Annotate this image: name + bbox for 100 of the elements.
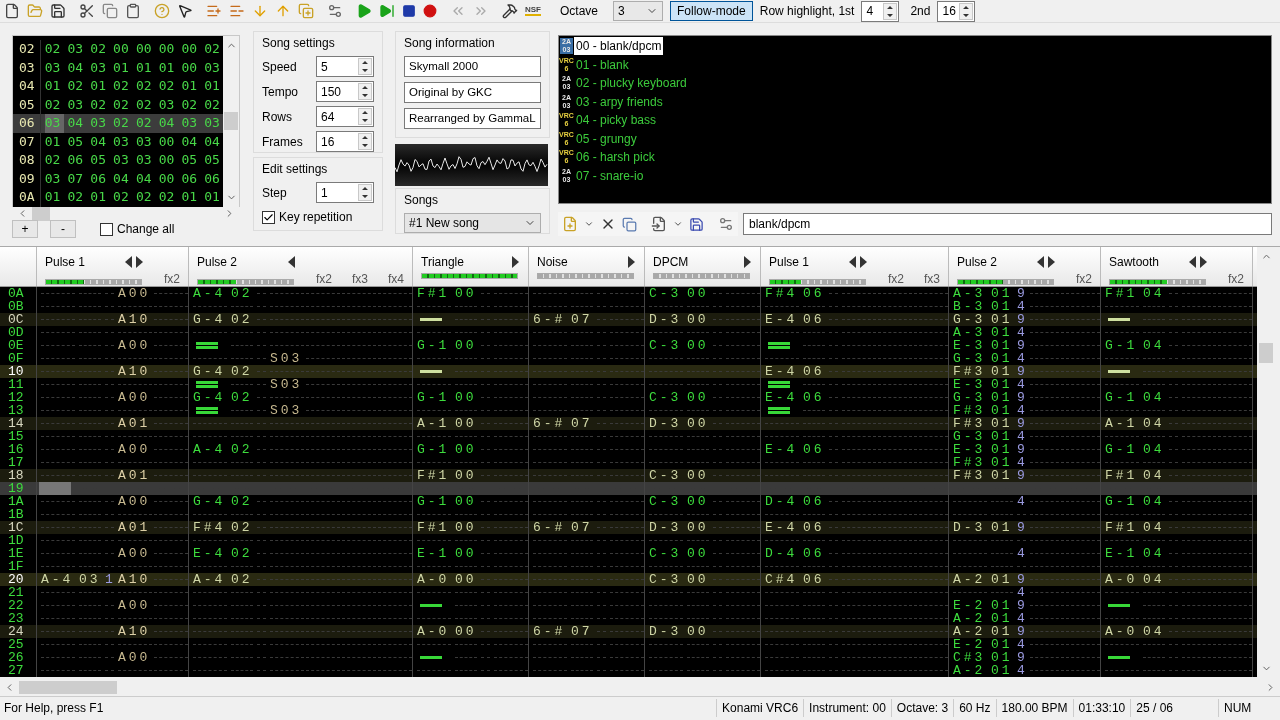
channel-header[interactable]: DPCM bbox=[645, 247, 761, 286]
properties-icon[interactable] bbox=[327, 3, 343, 19]
pattern-index[interactable]: 02 bbox=[135, 114, 155, 133]
add-frame-button[interactable]: + bbox=[12, 220, 38, 238]
channel-header[interactable]: Pulse 2 fx2 bbox=[949, 247, 1101, 286]
pattern-index[interactable]: 03 bbox=[135, 132, 155, 151]
right-arrow-icon[interactable] bbox=[860, 256, 867, 268]
load-instrument-icon[interactable] bbox=[651, 216, 667, 232]
spin-arrows-icon[interactable] bbox=[358, 58, 372, 75]
pattern-index[interactable]: 03 bbox=[67, 40, 87, 59]
right-arrow-icon[interactable] bbox=[512, 256, 519, 268]
pattern-index[interactable]: 02 bbox=[204, 95, 223, 114]
pattern-index[interactable]: 03 bbox=[181, 114, 201, 133]
pattern-index[interactable]: 02 bbox=[44, 40, 64, 59]
pattern-index[interactable]: 02 bbox=[181, 95, 201, 114]
pattern-index[interactable]: 02 bbox=[44, 95, 64, 114]
pattern-index[interactable]: 05 bbox=[181, 151, 201, 170]
pattern-index[interactable]: 06 bbox=[204, 169, 223, 188]
follow-mode-button[interactable]: Follow-mode bbox=[670, 1, 753, 21]
right-arrow-icon[interactable] bbox=[628, 256, 635, 268]
instrument-item[interactable]: 07 - snare-io bbox=[574, 166, 646, 185]
right-arrow-icon[interactable] bbox=[744, 256, 751, 268]
spin-arrows-icon[interactable] bbox=[883, 2, 898, 20]
pattern-index[interactable]: 03 bbox=[135, 151, 155, 170]
pattern-index[interactable]: 01 bbox=[44, 188, 64, 207]
pattern-index[interactable]: 01 bbox=[90, 77, 110, 96]
pattern-index[interactable]: 04 bbox=[158, 114, 178, 133]
instrument-item[interactable]: 03 - arpy friends bbox=[574, 92, 665, 111]
pattern-index[interactable]: 03 bbox=[90, 58, 110, 77]
pattern-index[interactable]: 04 bbox=[204, 132, 223, 151]
spin-arrows-icon[interactable] bbox=[358, 83, 372, 100]
text-field[interactable]: Original by GKC bbox=[404, 82, 541, 103]
pattern-index[interactable]: 03 bbox=[113, 132, 132, 151]
left-arrow-icon[interactable] bbox=[1037, 256, 1044, 268]
right-arrow-icon[interactable] bbox=[1200, 256, 1207, 268]
instrument-item[interactable]: 02 - plucky keyboard bbox=[574, 74, 689, 93]
pattern-index[interactable]: 01 bbox=[113, 58, 132, 77]
pattern-index[interactable]: 01 bbox=[204, 77, 223, 96]
play-icon[interactable] bbox=[356, 3, 372, 19]
new-file-icon[interactable] bbox=[4, 3, 20, 19]
pattern-index[interactable]: 02 bbox=[113, 188, 132, 207]
pattern-index[interactable]: 05 bbox=[90, 151, 110, 170]
paste-icon[interactable] bbox=[125, 3, 141, 19]
pattern-index[interactable]: 00 bbox=[181, 58, 201, 77]
pattern-index[interactable]: 04 bbox=[90, 132, 110, 151]
right-arrow-icon[interactable] bbox=[136, 256, 143, 268]
left-arrow-icon[interactable] bbox=[1189, 256, 1196, 268]
pattern-index[interactable]: 02 bbox=[135, 77, 155, 96]
channel-header[interactable]: Noise bbox=[529, 247, 645, 286]
pattern-index[interactable]: 02 bbox=[158, 188, 178, 207]
song-select[interactable]: #1 New song bbox=[404, 213, 541, 233]
insert-frame-icon[interactable] bbox=[206, 3, 222, 19]
channel-header[interactable]: Pulse 1 fx2 fx3 bbox=[761, 247, 949, 286]
pattern-index[interactable]: 00 bbox=[158, 132, 178, 151]
pattern-index[interactable]: 02 bbox=[113, 95, 132, 114]
pattern-index[interactable]: 01 bbox=[181, 188, 201, 207]
pattern-index[interactable]: 05 bbox=[67, 132, 87, 151]
text-field[interactable]: Rearranged by GammaL bbox=[404, 108, 541, 129]
spin-arrows-icon[interactable] bbox=[358, 133, 372, 150]
right-arrow-icon[interactable] bbox=[1048, 256, 1055, 268]
pattern-index[interactable]: 04 bbox=[67, 114, 87, 133]
pattern-index[interactable]: 04 bbox=[67, 58, 87, 77]
left-arrow-icon[interactable] bbox=[849, 256, 856, 268]
pattern-index[interactable]: 02 bbox=[135, 188, 155, 207]
nsf-button[interactable]: NSF bbox=[525, 6, 541, 16]
remove-frame-button[interactable]: - bbox=[50, 220, 76, 238]
number-field[interactable]: 150 bbox=[316, 81, 374, 102]
pattern-index[interactable]: 01 bbox=[181, 77, 201, 96]
pointer-icon[interactable] bbox=[177, 3, 193, 19]
pattern-index[interactable]: 02 bbox=[44, 151, 64, 170]
pattern-index[interactable]: 00 bbox=[158, 151, 178, 170]
hammer-icon[interactable] bbox=[502, 3, 518, 19]
spin-arrows-icon[interactable] bbox=[358, 184, 372, 201]
scroll-thumb[interactable] bbox=[1259, 342, 1273, 363]
highlight-second-field[interactable]: 16 bbox=[937, 0, 976, 22]
number-field[interactable]: 16 bbox=[316, 131, 374, 152]
channel-header[interactable]: Sawtooth fx2 bbox=[1101, 247, 1253, 286]
pattern-index[interactable]: 02 bbox=[113, 114, 132, 133]
pattern-index[interactable]: 06 bbox=[90, 169, 110, 188]
clone-icon[interactable] bbox=[622, 216, 637, 232]
pattern-index[interactable]: 03 bbox=[90, 114, 110, 133]
checkbox[interactable] bbox=[262, 210, 275, 224]
pattern-index[interactable]: 06 bbox=[67, 151, 87, 170]
pattern-index[interactable]: 02 bbox=[158, 77, 178, 96]
checkbox[interactable] bbox=[100, 222, 113, 236]
pattern-index[interactable]: 01 bbox=[135, 58, 155, 77]
pattern-index[interactable]: 02 bbox=[90, 95, 110, 114]
edit-instrument-icon[interactable] bbox=[718, 216, 734, 232]
pattern-index[interactable]: 00 bbox=[135, 40, 155, 59]
pattern-index[interactable]: 02 bbox=[135, 95, 155, 114]
pattern-index[interactable]: 02 bbox=[67, 77, 87, 96]
spin-arrows-icon[interactable] bbox=[959, 2, 974, 20]
instrument-item[interactable]: 00 - blank/dpcm bbox=[574, 37, 664, 56]
save-icon[interactable] bbox=[689, 216, 704, 232]
number-field[interactable]: 5 bbox=[316, 56, 374, 77]
save-icon[interactable] bbox=[50, 3, 66, 19]
highlight-first-field[interactable]: 4 bbox=[861, 0, 900, 22]
instrument-item[interactable]: 06 - harsh pick bbox=[574, 148, 657, 167]
number-field[interactable]: 64 bbox=[316, 106, 374, 127]
scroll-thumb[interactable] bbox=[19, 680, 117, 694]
